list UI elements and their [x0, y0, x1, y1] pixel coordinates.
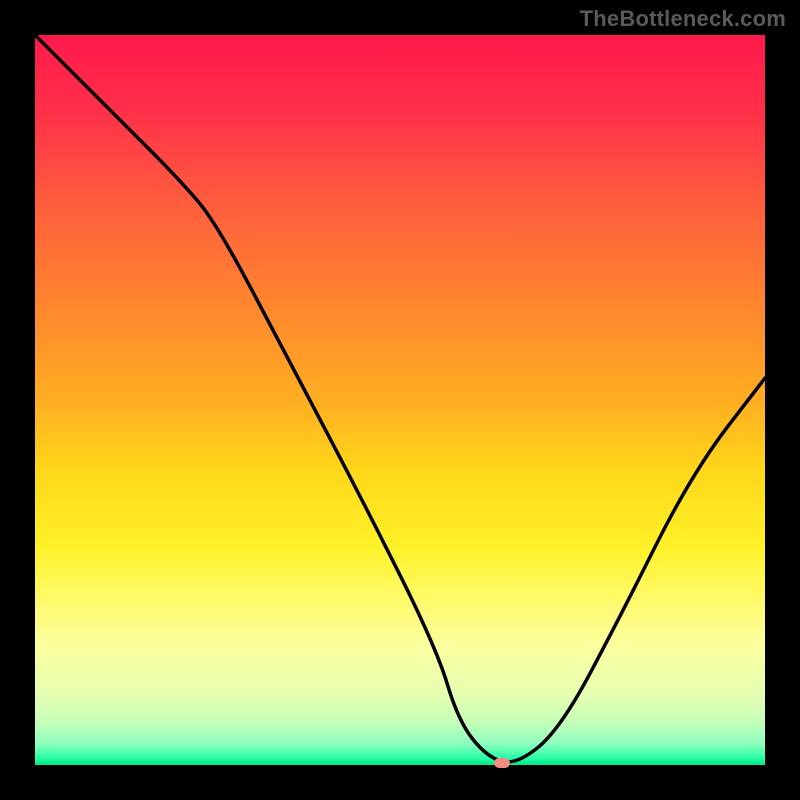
optimal-marker: [494, 758, 510, 768]
plot-area: [35, 35, 765, 765]
watermark-text: TheBottleneck.com: [580, 6, 786, 32]
bottleneck-curve: [35, 35, 765, 765]
